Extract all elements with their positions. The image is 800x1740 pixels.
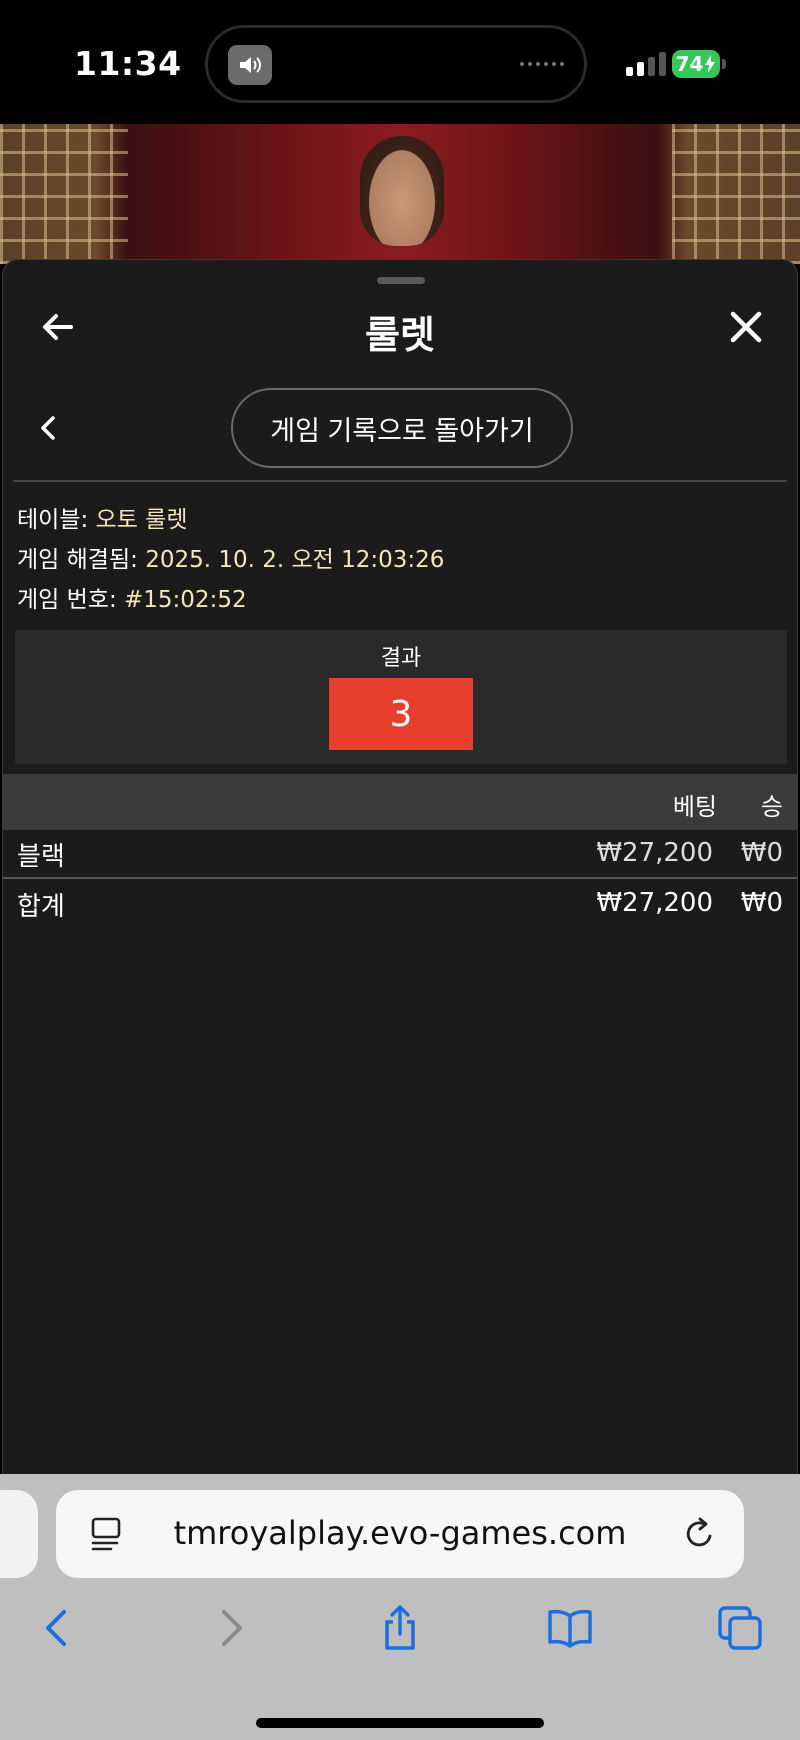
bet-name: 블랙 [17, 842, 65, 872]
browser-toolbar [0, 1578, 800, 1740]
signal-icon [626, 52, 666, 76]
info-resolved-value: 2025. 10. 2. 오전 12:03:26 [145, 547, 445, 573]
info-resolved-label: 게임 해결됨: [17, 547, 138, 573]
battery-level: 74 [675, 52, 704, 76]
total-row: 합계 ₩27,200 ₩0 [3, 880, 797, 928]
info-game-number-value: #15:02:52 [124, 587, 247, 613]
history-nav: 게임 기록으로 돌아가기 [3, 388, 797, 468]
result-box: 결과 3 [15, 630, 787, 764]
page-title: 룰렛 [365, 313, 435, 357]
row-divider [3, 877, 797, 879]
game-detail-sheet: 룰렛 게임 기록으로 돌아가기 테이블: 오토 룰렛 게임 해결됨: 2025.… [2, 259, 798, 1474]
column-header-bet: 베팅 [672, 793, 717, 821]
info-game-number-label: 게임 번호: [17, 587, 117, 613]
address-bar[interactable]: tmroyalplay.evo-games.com [56, 1490, 744, 1578]
battery-charging-icon: 74 [672, 50, 720, 78]
dealer-video [360, 136, 444, 246]
info-game-number: 게임 번호: #15:02:52 [17, 580, 444, 620]
info-resolved: 게임 해결됨: 2025. 10. 2. 오전 12:03:26 [17, 540, 444, 580]
divider [13, 480, 787, 482]
status-time: 11:34 [74, 44, 182, 83]
result-label: 결과 [380, 646, 422, 671]
status-bar: 11:34 74 [0, 0, 800, 124]
home-indicator[interactable] [256, 1718, 544, 1728]
activity-dots [520, 62, 564, 66]
live-video-background [0, 124, 800, 264]
sheet-grabber[interactable] [377, 277, 425, 284]
speaker-icon [228, 45, 272, 85]
total-bet: ₩27,200 [596, 888, 713, 918]
back-to-history-button[interactable]: 게임 기록으로 돌아가기 [231, 388, 573, 468]
browser-address-area: tmroyalplay.evo-games.com [0, 1474, 800, 1578]
info-table-value: 오토 룰렛 [95, 507, 188, 533]
game-info: 테이블: 오토 룰렛 게임 해결됨: 2025. 10. 2. 오전 12:03… [17, 500, 444, 620]
info-table: 테이블: 오토 룰렛 [17, 500, 444, 540]
decor-lattice-left [0, 124, 128, 264]
total-win: ₩0 [740, 888, 783, 918]
bet-amount: ₩27,200 [596, 838, 713, 868]
close-icon[interactable] [725, 306, 767, 348]
win-amount: ₩0 [740, 838, 783, 868]
previous-tab-preview[interactable] [0, 1490, 38, 1578]
table-row: 블랙 ₩27,200 ₩0 [3, 830, 797, 878]
info-table-label: 테이블: [17, 507, 89, 533]
total-label: 합계 [17, 892, 65, 922]
bets-table-header: 베팅 승 [3, 774, 797, 830]
battery-cap [722, 59, 726, 69]
column-header-win: 승 [760, 793, 783, 821]
bookmarks-icon[interactable] [546, 1604, 594, 1652]
share-icon[interactable] [376, 1604, 424, 1652]
chevron-left-icon[interactable] [33, 410, 63, 446]
reload-icon[interactable] [682, 1514, 718, 1554]
url-text[interactable]: tmroyalplay.evo-games.com [56, 1514, 744, 1552]
dynamic-island [205, 25, 587, 103]
back-icon[interactable] [34, 1604, 82, 1652]
tabs-icon[interactable] [716, 1604, 764, 1652]
sheet-header: 룰렛 [3, 284, 797, 364]
forward-icon[interactable] [206, 1604, 254, 1652]
decor-lattice-right [672, 124, 800, 264]
result-number: 3 [329, 678, 473, 750]
